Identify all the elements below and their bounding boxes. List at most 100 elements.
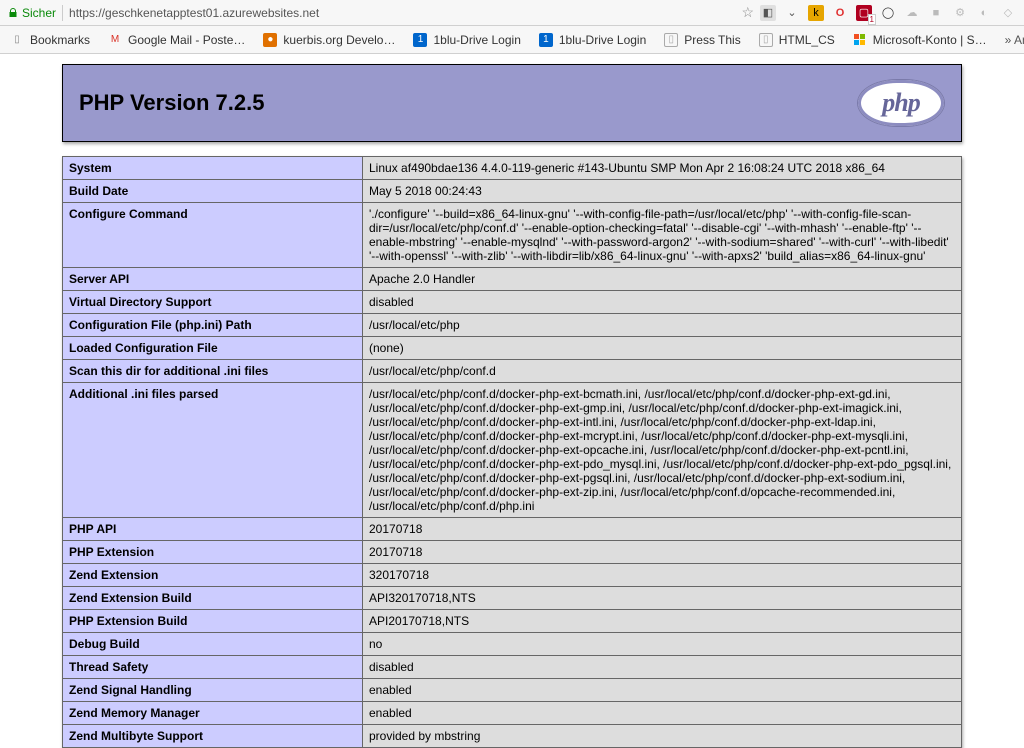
extension-icon[interactable]: ◐ [976, 5, 992, 21]
bookmark-item[interactable]: 1 1blu-Drive Login [413, 33, 520, 47]
bookmark-item[interactable]: ▯ Bookmarks [10, 33, 90, 47]
php-version-title: PHP Version 7.2.5 [79, 90, 264, 116]
config-value: provided by mbstring [363, 725, 962, 748]
table-row: Zend Signal Handlingenabled [63, 679, 962, 702]
bookmark-item[interactable]: ● kuerbis.org Develo… [263, 33, 395, 47]
table-row: Virtual Directory Supportdisabled [63, 291, 962, 314]
config-key: PHP Extension Build [63, 610, 363, 633]
config-key: Virtual Directory Support [63, 291, 363, 314]
config-value: Apache 2.0 Handler [363, 268, 962, 291]
secure-label: Sicher [22, 6, 56, 20]
lock-icon [8, 8, 18, 18]
favicon-icon: 1 [413, 33, 427, 47]
divider [62, 5, 63, 21]
config-key: Configuration File (php.ini) Path [63, 314, 363, 337]
php-logo: php [857, 79, 945, 127]
config-key: PHP API [63, 518, 363, 541]
bookmark-item[interactable]: 1 1blu-Drive Login [539, 33, 646, 47]
secure-indicator: Sicher [8, 6, 56, 20]
table-row: Build DateMay 5 2018 00:24:43 [63, 180, 962, 203]
bookmark-label: Bookmarks [30, 33, 90, 47]
table-row: Configure Command'./configure' '--build=… [63, 203, 962, 268]
extension-icon[interactable]: ◧ [760, 5, 776, 21]
page-icon: ▯ [664, 33, 678, 47]
config-key: Debug Build [63, 633, 363, 656]
phpinfo-container: PHP Version 7.2.5 php SystemLinux af490b… [62, 64, 962, 748]
config-value: './configure' '--build=x86_64-linux-gnu'… [363, 203, 962, 268]
extension-k-icon[interactable]: k [808, 5, 824, 21]
config-value: /usr/local/etc/php/conf.d/docker-php-ext… [363, 383, 962, 518]
bookmark-label: Google Mail - Poste… [128, 33, 245, 47]
bookmark-label: 1blu-Drive Login [559, 33, 646, 47]
favicon-icon: ● [263, 33, 277, 47]
config-value: enabled [363, 679, 962, 702]
config-key: System [63, 157, 363, 180]
config-value: /usr/local/etc/php [363, 314, 962, 337]
ublock-icon[interactable]: ▢1 [856, 5, 872, 21]
extension-icon[interactable]: ◯ [880, 5, 896, 21]
config-value: disabled [363, 291, 962, 314]
bookmarks-bar: ▯ Bookmarks M Google Mail - Poste… ● kue… [0, 26, 1024, 54]
config-key: Configure Command [63, 203, 363, 268]
page-icon: ▯ [759, 33, 773, 47]
config-value: 20170718 [363, 541, 962, 564]
table-row: Server APIApache 2.0 Handler [63, 268, 962, 291]
bookmark-item[interactable]: M Google Mail - Poste… [108, 33, 245, 47]
browser-address-bar: Sicher https://geschkenetapptest01.azure… [0, 0, 1024, 26]
table-row: SystemLinux af490bdae136 4.4.0-119-gener… [63, 157, 962, 180]
config-key: Loaded Configuration File [63, 337, 363, 360]
config-value: API320170718,NTS [363, 587, 962, 610]
config-key: Zend Multibyte Support [63, 725, 363, 748]
bookmarks-overflow[interactable]: » Ande [1005, 33, 1024, 47]
gmail-icon: M [108, 33, 122, 47]
opera-icon[interactable]: O [832, 5, 848, 21]
config-key: Build Date [63, 180, 363, 203]
extension-icons: ◧ ⌄ k O ▢1 ◯ ☁ ■ ⚙ ◐ ◇ [760, 5, 1016, 21]
table-row: Zend Extension320170718 [63, 564, 962, 587]
config-value: 320170718 [363, 564, 962, 587]
table-row: Zend Extension BuildAPI320170718,NTS [63, 587, 962, 610]
pocket-icon[interactable]: ⌄ [784, 5, 800, 21]
config-key: Thread Safety [63, 656, 363, 679]
config-key: Zend Signal Handling [63, 679, 363, 702]
url-display[interactable]: https://geschkenetapptest01.azurewebsite… [69, 6, 319, 20]
table-row: Scan this dir for additional .ini files/… [63, 360, 962, 383]
config-value: Linux af490bdae136 4.4.0-119-generic #14… [363, 157, 962, 180]
config-value: (none) [363, 337, 962, 360]
table-row: PHP Extension BuildAPI20170718,NTS [63, 610, 962, 633]
extension-icon[interactable]: ◇ [1000, 5, 1016, 21]
microsoft-icon [853, 33, 867, 47]
config-key: Server API [63, 268, 363, 291]
config-value: no [363, 633, 962, 656]
extension-icon[interactable]: ☁ [904, 5, 920, 21]
config-key: Zend Memory Manager [63, 702, 363, 725]
config-key: Scan this dir for additional .ini files [63, 360, 363, 383]
bookmark-item[interactable]: ▯ HTML_CS [759, 33, 835, 47]
config-value: disabled [363, 656, 962, 679]
config-key: Zend Extension [63, 564, 363, 587]
config-key: Additional .ini files parsed [63, 383, 363, 518]
table-row: PHP Extension20170718 [63, 541, 962, 564]
extension-icon[interactable]: ■ [928, 5, 944, 21]
bookmark-label: 1blu-Drive Login [433, 33, 520, 47]
config-value: May 5 2018 00:24:43 [363, 180, 962, 203]
config-value: API20170718,NTS [363, 610, 962, 633]
config-key: PHP Extension [63, 541, 363, 564]
config-value: 20170718 [363, 518, 962, 541]
extension-icon[interactable]: ⚙ [952, 5, 968, 21]
page-content: PHP Version 7.2.5 php SystemLinux af490b… [0, 54, 1024, 748]
table-row: Zend Multibyte Supportprovided by mbstri… [63, 725, 962, 748]
table-row: Loaded Configuration File(none) [63, 337, 962, 360]
bookmark-label: HTML_CS [779, 33, 835, 47]
folder-icon: ▯ [10, 33, 24, 47]
phpinfo-table: SystemLinux af490bdae136 4.4.0-119-gener… [62, 156, 962, 748]
bookmark-item[interactable]: ▯ Press This [664, 33, 740, 47]
table-row: Zend Memory Managerenabled [63, 702, 962, 725]
bookmark-star-icon[interactable]: ☆ [741, 4, 754, 21]
bookmark-label: kuerbis.org Develo… [283, 33, 395, 47]
table-row: Debug Buildno [63, 633, 962, 656]
table-row: PHP API20170718 [63, 518, 962, 541]
bookmark-item[interactable]: Microsoft-Konto | S… [853, 33, 987, 47]
table-row: Additional .ini files parsed/usr/local/e… [63, 383, 962, 518]
phpinfo-header: PHP Version 7.2.5 php [62, 64, 962, 142]
